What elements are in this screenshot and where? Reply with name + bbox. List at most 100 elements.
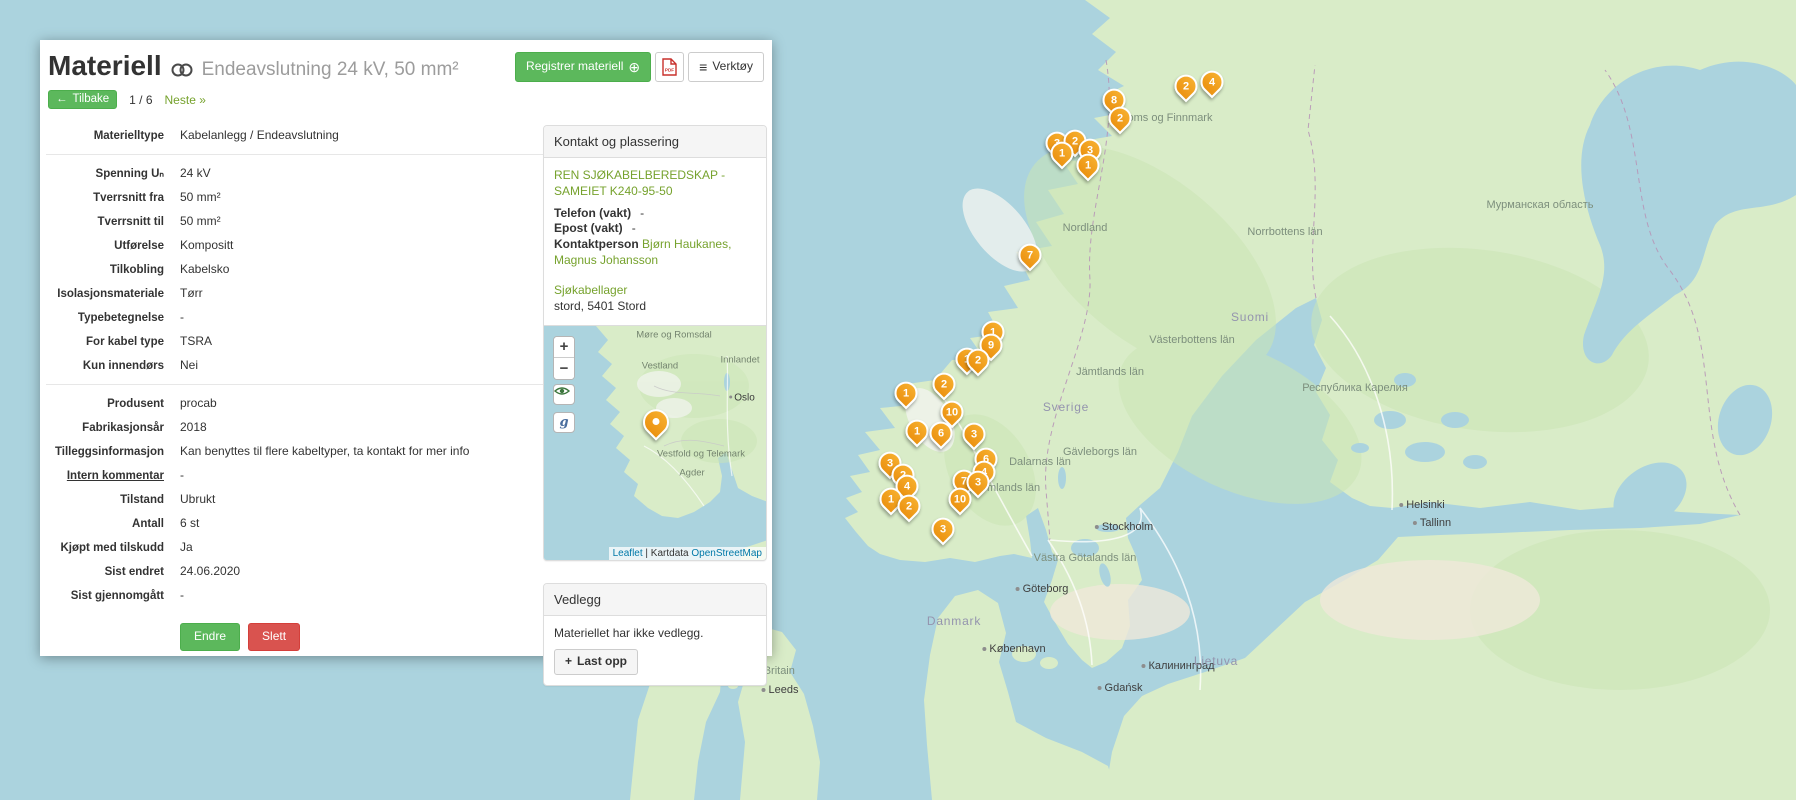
detail-value: 6 st (180, 516, 200, 531)
card-header: Materiell Endeavslutning 24 kV, 50 mm² R… (46, 46, 766, 83)
visibility-toggle-button[interactable] (553, 383, 575, 405)
eye-icon (554, 386, 570, 395)
map-cluster-marker[interactable]: 10 (935, 395, 969, 429)
detail-row: Tilleggsinformasjon Kan benyttes til fler… (46, 439, 551, 463)
layer-button[interactable]: g (553, 411, 575, 433)
detail-value: - (180, 468, 184, 483)
zoom-out-button[interactable]: − (554, 357, 574, 379)
cluster-count: 1 (913, 425, 921, 438)
vedlegg-panel: Vedlegg Materiellet har ikke vedlegg. + … (543, 582, 767, 687)
next-arrow-icon: » (199, 92, 206, 107)
details-list: Materielltype Kabelanlegg / Endeavslutnin… (46, 123, 551, 607)
detail-label: Materielltype (93, 130, 164, 143)
detail-value: 24.06.2020 (180, 564, 241, 579)
cluster-count: 2 (974, 354, 982, 367)
zoom-in-button[interactable]: + (554, 336, 574, 358)
map-cluster-marker[interactable]: 2 (927, 367, 961, 401)
map-cluster-marker[interactable]: 1 (1071, 148, 1105, 182)
pdf-export-button[interactable]: PDF (655, 52, 685, 83)
mini-map[interactable]: Møre og Romsdal Vestland Innlandet Oslo Vest… (544, 324, 766, 560)
detail-row: Isolasjonsmateriale Tørr (46, 281, 551, 305)
detail-value: 50 mm² (180, 190, 221, 205)
map-cluster-marker[interactable]: 2 (892, 489, 926, 523)
cluster-count: 2 (1116, 112, 1124, 125)
detail-value: Ja (180, 540, 193, 555)
back-arrow-icon: ← (56, 93, 68, 106)
mini-map-tiles (544, 325, 766, 560)
cluster-count: 2 (905, 500, 913, 513)
map-cluster-marker[interactable]: 1 (900, 414, 934, 448)
vedlegg-empty-text: Materiellet har ikke vedlegg. (554, 625, 704, 640)
register-materiell-label: Registrer materiell (526, 59, 624, 74)
detail-row: Materielltype Kabelanlegg / Endeavslutnin… (46, 123, 551, 147)
map-cluster-marker[interactable]: 2 (961, 343, 995, 377)
detail-label: Kjøpt med tilskudd (60, 542, 165, 555)
minimap-marker[interactable] (637, 403, 675, 441)
map-cluster-marker[interactable]: 3 (957, 417, 991, 451)
slett-button[interactable]: Slett (248, 623, 301, 651)
phone-row: Telefon (vakt) - (554, 206, 756, 222)
last-opp-button[interactable]: + Last opp (554, 649, 639, 676)
map-cluster-marker[interactable]: 2 (1169, 69, 1203, 103)
detail-label: Spenning Uₙ (95, 168, 164, 181)
phone-label: Telefon (vakt) (554, 205, 632, 220)
email-label: Epost (vakt) (554, 221, 623, 236)
pin-icon (637, 403, 675, 441)
detail-value: Kan benyttes til flere kabeltyper, ta ko… (180, 444, 470, 459)
tilbake-button[interactable]: ← Tilbake (48, 90, 118, 110)
kontakt-panel-body: REN SJØKABELBEREDSKAP - SAMEIET K240-95-… (544, 158, 766, 325)
cluster-count: 2 (1182, 80, 1190, 93)
kontakt-panel: Kontakt og plassering REN SJØKABELBEREDS… (543, 125, 767, 561)
detail-label: Utførelse (114, 240, 164, 253)
map-cluster-marker[interactable]: 2 (1103, 101, 1137, 135)
detail-label: Tverrsnitt fra (93, 192, 164, 205)
vedlegg-panel-title: Vedlegg (544, 583, 766, 616)
attribution-text: | Kartdata (642, 547, 692, 559)
neste-link[interactable]: Neste » (165, 93, 206, 107)
contact-address: stord, 5401 Stord (554, 298, 647, 313)
detail-value: 50 mm² (180, 214, 221, 229)
sjokabellager-link[interactable]: Sjøkabellager (554, 283, 627, 297)
leaflet-link[interactable]: Leaflet (613, 548, 643, 559)
detail-row: Tverrsnitt til 50 mm² (46, 209, 551, 233)
map-cluster-marker[interactable]: 6 (924, 416, 958, 450)
map-cluster-marker[interactable]: 4 (1195, 65, 1229, 99)
materiell-page: Troms og Finnmark Мурманская область Nordl… (0, 0, 1796, 800)
materiell-card: Materiell Endeavslutning 24 kV, 50 mm² R… (40, 40, 772, 687)
cluster-count: 2 (940, 378, 948, 391)
osm-link[interactable]: OpenStreetMap (691, 548, 762, 559)
right-column: Kontakt og plassering REN SJØKABELBEREDS… (543, 125, 767, 708)
org-link[interactable]: REN SJØKABELBEREDSKAP - SAMEIET K240-95-… (554, 168, 756, 200)
detail-label: Kun innendørs (82, 360, 164, 373)
register-materiell-button[interactable]: Registrer materiell ⊕ (515, 52, 652, 83)
detail-row: Antall 6 st (46, 511, 551, 535)
detail-row: Kjøpt med tilskudd Ja (46, 535, 551, 559)
detail-row: Utførelse Kompositt (46, 233, 551, 257)
detail-label: Produsent (107, 398, 164, 411)
detail-value: Ubrukt (180, 492, 216, 507)
detail-row: Tverrsnitt fra 50 mm² (46, 185, 551, 209)
phone-value: - (640, 205, 645, 220)
map-cluster-marker[interactable]: 1 (1045, 136, 1079, 170)
detail-value: procab (180, 396, 217, 411)
detail-label: Tilleggsinformasjon (54, 446, 164, 459)
detail-value: TSRA (180, 334, 213, 349)
map-cluster-marker[interactable]: 3 (926, 512, 960, 546)
map-cluster-marker[interactable]: 10 (943, 482, 977, 516)
last-opp-label: Last opp (577, 654, 628, 669)
email-row: Epost (vakt) - (554, 221, 756, 237)
endre-button[interactable]: Endre (180, 623, 241, 651)
detail-label: Tilkobling (109, 264, 164, 277)
detail-row: Intern kommentar - (46, 463, 551, 487)
verktoy-button[interactable]: ≡ Verktøy (688, 52, 764, 83)
detail-row: Tilkobling Kabelsko (46, 257, 551, 281)
email-value: - (631, 221, 636, 236)
detail-label: Typebetegnelse (77, 312, 164, 325)
page-title: Materiell (48, 50, 162, 81)
svg-text:PDF: PDF (665, 68, 674, 73)
cluster-count: 3 (939, 523, 947, 536)
map-cluster-marker[interactable]: 7 (1013, 238, 1047, 272)
detail-label: Sist endret (104, 566, 164, 579)
cluster-count: 7 (1026, 249, 1034, 262)
map-cluster-marker[interactable]: 1 (889, 376, 923, 410)
